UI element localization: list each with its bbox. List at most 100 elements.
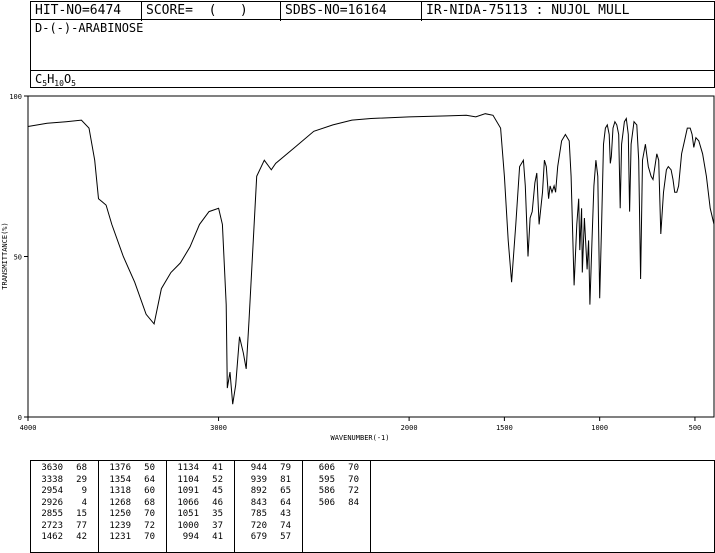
peak-transmittance: 37 [212, 520, 223, 531]
peak-table-column: 1376 50 1354 64 1318 60 1268 68 1250 70 1239 72 1231… [99, 461, 167, 552]
peak-transmittance: 15 [76, 509, 87, 519]
peak-table-row: 785 43 [239, 509, 299, 519]
peak-table-row: 3630 68 [35, 463, 95, 473]
peak-transmittance: 41 [212, 463, 223, 473]
peak-table-row: 1091 45 [171, 486, 231, 496]
peak-table-row: 2954 9 [35, 486, 95, 496]
peak-wavenumber: 1134 [177, 463, 199, 473]
plot-frame [27, 95, 715, 418]
peak-wavenumber: 1462 [41, 532, 63, 542]
peak-table-row: 1462 42 [35, 532, 95, 542]
peak-table-row: 1051 35 [171, 509, 231, 519]
peak-wavenumber: 3338 [41, 474, 63, 485]
peak-table-row: 1231 70 [103, 532, 163, 542]
peak-wavenumber: 892 [250, 486, 267, 496]
peak-table-row: 944 79 [239, 463, 299, 473]
peak-transmittance: 72 [348, 486, 359, 496]
peak-transmittance: 81 [280, 474, 291, 485]
peak-wavenumber: 2954 [41, 486, 63, 496]
peak-transmittance: 45 [212, 486, 223, 496]
peak-table-row: 1066 46 [171, 498, 231, 508]
peak-transmittance: 74 [280, 520, 291, 531]
peak-table-row: 1134 41 [171, 463, 231, 473]
peak-transmittance: 52 [212, 474, 223, 485]
peak-table-row: 1000 37 [171, 521, 231, 531]
peak-transmittance: 9 [81, 486, 87, 496]
peak-wavenumber: 606 [318, 463, 335, 473]
peak-table-row: 2723 77 [35, 521, 95, 531]
peak-table-row: 2926 4 [35, 498, 95, 508]
y-tick-label: 50 [14, 254, 22, 262]
peak-transmittance: 42 [76, 532, 87, 542]
peak-table-column: 606 70 595 70 586 72 506 84 [303, 461, 371, 552]
peak-transmittance: 43 [280, 509, 291, 519]
peak-table-row: 506 84 [307, 498, 367, 508]
ir-spectrum-chart: 4000 3000 2000 1500 1000 500 0 50 100 WAVENUMBER… [1, 93, 715, 442]
peak-transmittance: 72 [144, 520, 155, 531]
peak-wavenumber: 506 [318, 497, 335, 508]
peak-transmittance: 29 [76, 474, 87, 485]
peak-table-row: 1104 52 [171, 475, 231, 485]
peak-wavenumber: 994 [182, 532, 199, 542]
peak-wavenumber: 785 [250, 509, 267, 519]
peak-table-row: 939 81 [239, 475, 299, 485]
x-tick-label: 1500 [496, 424, 513, 432]
x-axis-label: WAVENUMBER(-1) [330, 434, 389, 442]
peak-transmittance: 4 [81, 497, 87, 508]
peak-wavenumber: 1051 [177, 509, 199, 519]
peak-table-row: 1318 60 [103, 486, 163, 496]
peak-wavenumber: 939 [250, 474, 267, 485]
y-axis-label: TRANSMITTANCE(%) [1, 222, 9, 289]
peak-transmittance: 64 [144, 474, 155, 485]
peak-wavenumber: 2855 [41, 509, 63, 519]
peak-transmittance: 64 [280, 497, 291, 508]
peak-wavenumber: 679 [250, 532, 267, 542]
peak-table-row: 720 74 [239, 521, 299, 531]
peak-transmittance: 65 [280, 486, 291, 496]
peak-table-row: 595 70 [307, 475, 367, 485]
peak-transmittance: 84 [348, 497, 359, 508]
x-tick-label: 3000 [210, 424, 227, 432]
peak-wavenumber: 595 [318, 474, 335, 485]
peak-wavenumber: 843 [250, 497, 267, 508]
peak-transmittance: 68 [76, 463, 87, 473]
peak-table-row: 1239 72 [103, 521, 163, 531]
peak-transmittance: 79 [280, 463, 291, 473]
peak-transmittance: 70 [348, 463, 359, 473]
peak-transmittance: 35 [212, 509, 223, 519]
peak-transmittance: 46 [212, 497, 223, 508]
peak-table-row: 994 41 [171, 532, 231, 542]
peak-table-column: 944 79 939 81 892 65 843 64 785 43 720 74 679 57 [235, 461, 303, 552]
peak-transmittance: 70 [348, 474, 359, 485]
peak-wavenumber: 586 [318, 486, 335, 496]
peak-wavenumber: 1250 [109, 509, 131, 519]
peak-transmittance: 77 [76, 520, 87, 531]
peak-transmittance: 68 [144, 497, 155, 508]
x-tick-label: 1000 [591, 424, 608, 432]
peak-wavenumber: 1000 [177, 520, 199, 531]
peak-table-column: 1134 41 1104 52 1091 45 1066 46 1051 35 1000 37 994 4… [167, 461, 235, 552]
x-tick-label: 4000 [20, 424, 37, 432]
y-tick-label: 0 [18, 414, 22, 422]
peak-table-row: 586 72 [307, 486, 367, 496]
peak-table-row: 1354 64 [103, 475, 163, 485]
peak-wavenumber: 2926 [41, 497, 63, 508]
peak-table-row: 606 70 [307, 463, 367, 473]
peak-wavenumber: 1239 [109, 520, 131, 531]
peak-transmittance: 41 [212, 532, 223, 542]
peak-transmittance: 70 [144, 532, 155, 542]
peak-wavenumber: 944 [250, 463, 267, 473]
peak-table-row: 843 64 [239, 498, 299, 508]
peak-table-row: 2855 15 [35, 509, 95, 519]
peak-wavenumber: 720 [250, 520, 267, 531]
peak-transmittance: 50 [144, 463, 155, 473]
peak-transmittance: 70 [144, 509, 155, 519]
peak-table-row: 3338 29 [35, 475, 95, 485]
peak-wavenumber: 3630 [41, 463, 63, 473]
peak-wavenumber: 1354 [109, 474, 131, 485]
peak-wavenumber: 1268 [109, 497, 131, 508]
spectrum-line [27, 113, 715, 405]
peak-table-column: 3630 68 3338 29 2954 9 2926 4 2855 15 2723 77 1462 42 [31, 461, 99, 552]
peak-wavenumber: 2723 [41, 520, 63, 531]
peak-table-row: 1250 70 [103, 509, 163, 519]
